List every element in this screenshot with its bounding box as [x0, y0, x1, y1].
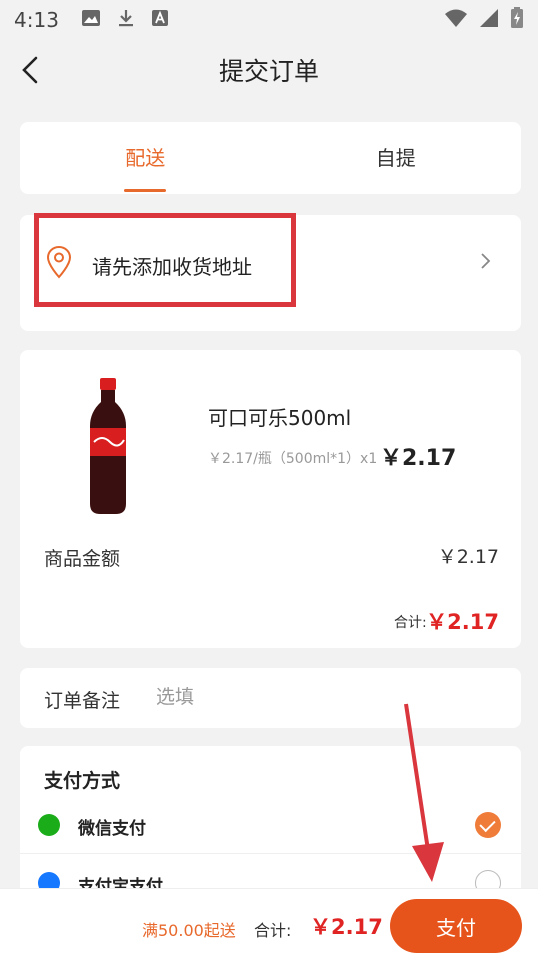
download-notification-icon	[117, 8, 135, 33]
goods-card: 可口可乐500ml ￥2.17/瓶（500ml*1）x1 ￥2.17 商品金额 …	[20, 350, 521, 648]
tab-self-pickup[interactable]: 自提	[271, 122, 522, 194]
image-notification-icon	[81, 8, 101, 32]
chevron-right-icon	[478, 249, 494, 273]
nav-bar: 提交订单	[0, 40, 538, 102]
battery-icon	[510, 6, 524, 34]
wifi-icon	[444, 8, 468, 33]
selected-radio-icon[interactable]	[475, 812, 501, 838]
goods-total-value: ￥2.17	[426, 610, 499, 634]
payment-option-label: 微信支付	[78, 819, 146, 839]
signal-icon	[478, 8, 500, 33]
payment-method-title: 支付方式	[44, 770, 121, 792]
payment-option-wechat[interactable]: 微信支付	[20, 798, 521, 854]
delivery-tabs: 配送 自提	[20, 122, 521, 194]
status-time: 4:13	[14, 8, 59, 32]
product-name: 可口可乐500ml	[208, 406, 352, 430]
add-address-prompt: 请先添加收货地址	[92, 255, 252, 279]
order-remark-input[interactable]	[156, 686, 486, 708]
goods-total-label: 合计:	[394, 615, 427, 631]
goods-amount-label: 商品金额	[44, 548, 121, 570]
pay-button[interactable]: 支付	[390, 899, 522, 953]
product-image	[80, 376, 136, 518]
status-bar: 4:13	[0, 0, 538, 40]
bottom-pay-bar: 满50.00起送 合计: ￥2.17 支付	[0, 888, 538, 956]
location-pin-icon	[46, 245, 72, 279]
tab-delivery[interactable]: 配送	[20, 122, 271, 194]
bottom-total-label: 合计:	[254, 921, 292, 940]
bottom-total-value: ￥2.17	[310, 915, 383, 939]
text-notification-icon	[151, 8, 169, 32]
wechat-pay-icon	[38, 814, 60, 836]
order-remark-label: 订单备注	[44, 690, 121, 712]
page-title: 提交订单	[218, 57, 319, 86]
order-remark-row: 订单备注	[20, 668, 521, 728]
minimum-order-note: 满50.00起送	[142, 921, 236, 940]
goods-amount-value: ￥2.17	[437, 546, 499, 568]
address-card[interactable]: 请先添加收货地址	[20, 213, 521, 331]
product-spec: ￥2.17/瓶（500ml*1）x1	[208, 451, 378, 467]
product-price: ￥2.17	[380, 446, 457, 471]
